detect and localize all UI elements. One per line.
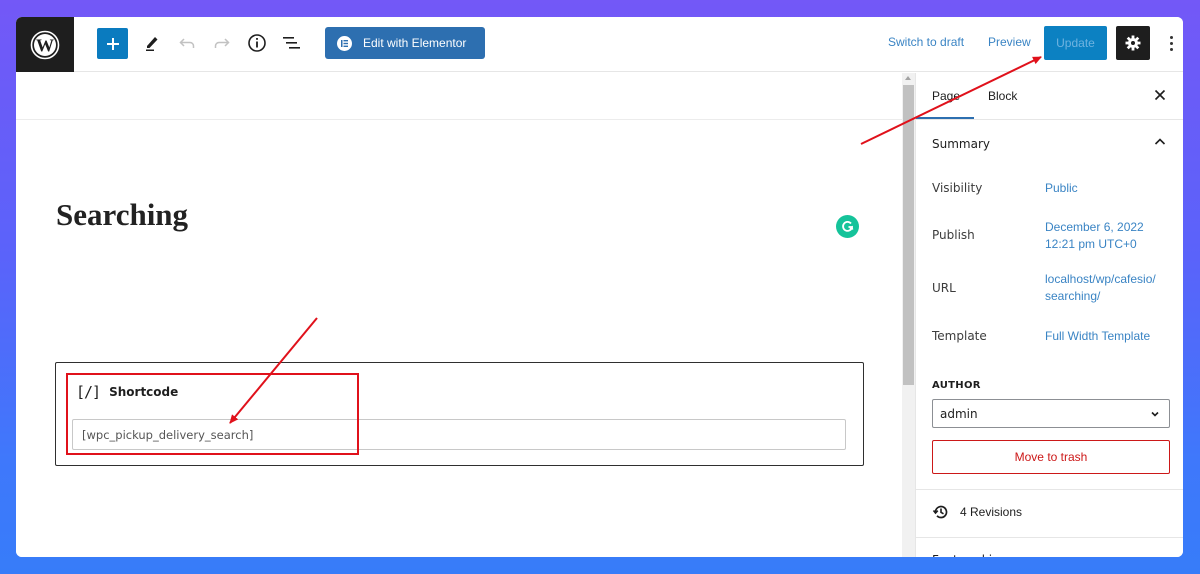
scrollbar-thumb[interactable] bbox=[903, 85, 914, 385]
editor-canvas: Searching [/] Shortcode bbox=[16, 73, 902, 557]
panel-divider bbox=[916, 537, 1183, 538]
chevron-down-icon bbox=[1151, 411, 1159, 417]
close-sidebar-button[interactable] bbox=[1150, 86, 1170, 106]
close-icon bbox=[1154, 89, 1166, 100]
tab-block[interactable]: Block bbox=[988, 89, 1017, 103]
summary-panel-title[interactable]: Summary bbox=[932, 137, 990, 151]
url-value-button[interactable]: localhost/wp/cafesio/ searching/ bbox=[1045, 271, 1156, 305]
editor-toolbar: W Edit with Elementor Switch to draft Pr… bbox=[16, 17, 1183, 72]
add-block-button[interactable] bbox=[97, 28, 128, 59]
scroll-up-arrow-icon[interactable] bbox=[905, 76, 911, 80]
settings-sidebar: Page Block Summary Visibility Public Pub… bbox=[915, 73, 1183, 557]
tab-page[interactable]: Page bbox=[915, 89, 975, 119]
visibility-label: Visibility bbox=[932, 181, 983, 195]
details-button[interactable] bbox=[243, 29, 271, 57]
redo-button[interactable] bbox=[208, 29, 236, 57]
edit-with-elementor-button[interactable]: Edit with Elementor bbox=[325, 27, 485, 59]
gear-icon bbox=[1125, 35, 1141, 51]
publish-date-button[interactable]: December 6, 2022 12:21 pm UTC+0 bbox=[1045, 219, 1144, 253]
sidebar-tabs: Page Block bbox=[915, 73, 1183, 120]
chevron-down-icon[interactable] bbox=[1153, 553, 1167, 557]
settings-button[interactable] bbox=[1116, 26, 1150, 60]
pencil-icon bbox=[146, 37, 158, 51]
undo-button[interactable] bbox=[173, 29, 201, 57]
history-icon bbox=[932, 505, 948, 519]
panel-divider bbox=[916, 489, 1183, 490]
url-line-1: localhost/wp/cafesio/ bbox=[1045, 272, 1156, 286]
wordpress-logo-button[interactable]: W bbox=[16, 17, 74, 72]
revisions-label: 4 Revisions bbox=[960, 505, 1023, 519]
preview-button[interactable]: Preview bbox=[988, 35, 1031, 49]
url-label: URL bbox=[932, 281, 956, 295]
editor-scrollbar[interactable] bbox=[902, 73, 915, 557]
grammarly-icon[interactable] bbox=[836, 215, 859, 238]
move-to-trash-button[interactable]: Move to trash bbox=[932, 440, 1170, 474]
url-line-2: searching/ bbox=[1045, 289, 1101, 303]
list-view-button[interactable] bbox=[278, 29, 306, 57]
publish-time: 12:21 pm UTC+0 bbox=[1045, 237, 1137, 251]
shortcode-input[interactable] bbox=[72, 419, 846, 450]
switch-to-draft-button[interactable]: Switch to draft bbox=[888, 35, 964, 49]
chevron-up-icon[interactable] bbox=[1153, 135, 1167, 149]
edit-with-elementor-label: Edit with Elementor bbox=[363, 36, 467, 50]
shortcode-label: Shortcode bbox=[109, 385, 179, 399]
author-selected-value: admin bbox=[940, 406, 978, 421]
update-button[interactable]: Update bbox=[1044, 26, 1107, 60]
template-value-button[interactable]: Full Width Template bbox=[1045, 328, 1150, 345]
publish-label: Publish bbox=[932, 228, 975, 242]
vertical-ellipsis-icon bbox=[1169, 35, 1173, 51]
publish-date: December 6, 2022 bbox=[1045, 220, 1144, 234]
svg-text:W: W bbox=[36, 35, 54, 55]
revisions-button[interactable]: 4 Revisions bbox=[932, 503, 1022, 521]
shortcode-block[interactable]: [/] Shortcode bbox=[55, 362, 864, 466]
featured-image-panel-title[interactable]: Featured image bbox=[932, 553, 1026, 557]
list-view-icon bbox=[283, 37, 300, 49]
info-icon bbox=[248, 34, 266, 52]
template-label: Template bbox=[932, 329, 987, 343]
plus-icon bbox=[106, 37, 119, 50]
shortcode-block-header: [/] Shortcode bbox=[76, 383, 178, 401]
tools-button[interactable] bbox=[138, 29, 166, 57]
visibility-value-button[interactable]: Public bbox=[1045, 180, 1078, 197]
elementor-icon bbox=[337, 35, 352, 51]
shortcode-icon: [/] bbox=[76, 383, 101, 401]
editor-divider bbox=[16, 119, 902, 120]
author-label: AUTHOR bbox=[932, 380, 981, 391]
wordpress-logo-icon: W bbox=[30, 30, 60, 59]
redo-icon bbox=[214, 38, 230, 48]
page-title[interactable]: Searching bbox=[56, 197, 188, 233]
undo-icon bbox=[179, 38, 195, 48]
author-select[interactable]: admin bbox=[932, 399, 1170, 428]
more-options-button[interactable] bbox=[1161, 30, 1181, 56]
editor-window: W Edit with Elementor Switch to draft Pr… bbox=[16, 17, 1183, 557]
